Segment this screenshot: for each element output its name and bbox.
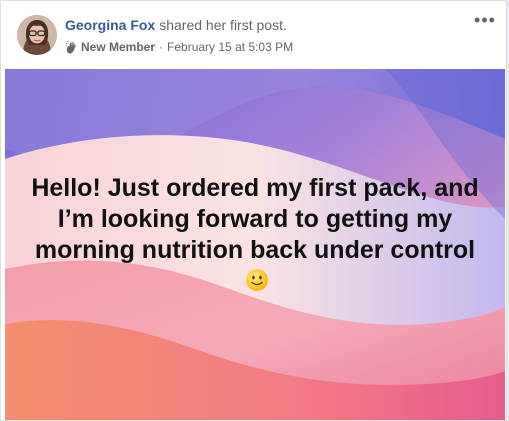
post-header: Georgina Fox shared her first post. New M… <box>1 1 506 69</box>
avatar-image <box>17 15 57 55</box>
hand-wave-icon <box>65 40 78 54</box>
post-text: Hello! Just ordered my first pack, and I… <box>25 173 485 297</box>
post-timestamp[interactable]: February 15 at 5:03 PM <box>167 39 293 55</box>
member-badge-label: New Member <box>81 40 156 54</box>
post-message: Hello! Just ordered my first pack, and I… <box>31 174 479 264</box>
post-background-media: Hello! Just ordered my first pack, and I… <box>5 69 505 420</box>
author-line: Georgina Fox shared her first post. <box>65 16 287 34</box>
slightly-smiling-face-icon <box>245 268 269 292</box>
avatar[interactable] <box>17 15 57 55</box>
post-card: Georgina Fox shared her first post. New M… <box>0 0 507 421</box>
more-options-button[interactable]: ••• <box>474 11 496 31</box>
post-meta: New Member · February 15 at 5:03 PM <box>65 39 293 55</box>
author-name-link[interactable]: Georgina Fox <box>65 17 155 33</box>
author-action-text: shared her first post. <box>159 17 287 33</box>
meta-separator: · <box>159 40 164 54</box>
